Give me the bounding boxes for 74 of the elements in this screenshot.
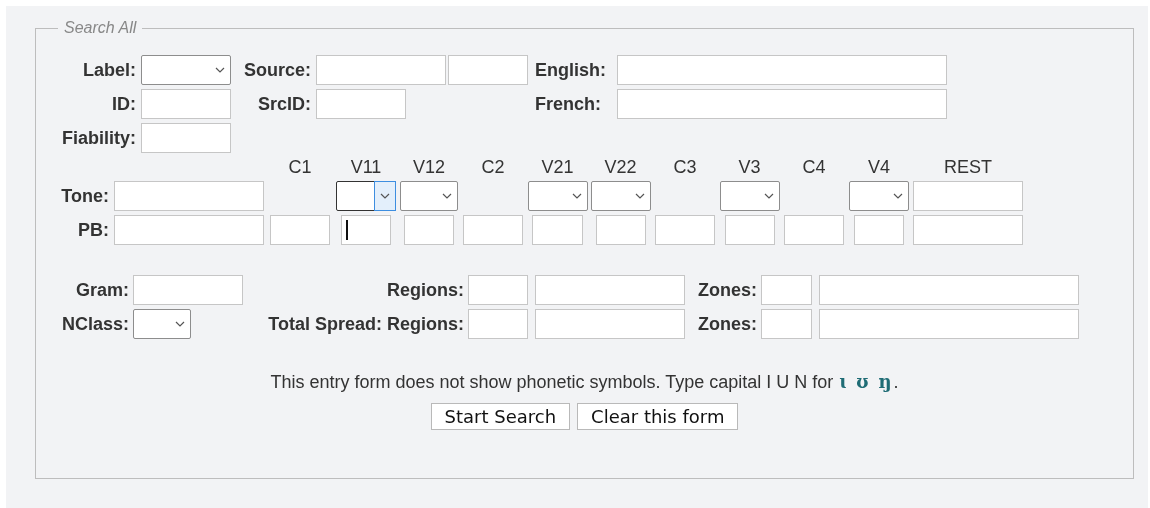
form-button[interactable]: Start Search xyxy=(430,403,571,430)
text-field[interactable] xyxy=(784,215,844,245)
text-field[interactable] xyxy=(270,215,330,245)
text-field[interactable] xyxy=(468,275,528,305)
text-field[interactable] xyxy=(655,215,715,245)
field-label: Source: xyxy=(242,59,312,81)
text-field[interactable] xyxy=(818,275,1079,305)
fieldset-legend: Search All xyxy=(58,19,143,37)
field-label: Regions: xyxy=(386,279,465,301)
note-text: This entry form does not show phonetic symbols. Type capital I U N for xyxy=(270,372,834,393)
field-label: PB: xyxy=(78,219,110,241)
field-label: NClass: xyxy=(60,313,130,335)
field-label: French: xyxy=(534,93,602,115)
chevron-icon xyxy=(571,193,582,199)
chevron-icon xyxy=(380,193,390,199)
column-heading: REST xyxy=(944,156,992,178)
text-field[interactable] xyxy=(463,215,523,245)
field-label: ID: xyxy=(111,93,137,115)
text-field[interactable] xyxy=(818,309,1079,339)
text-field[interactable] xyxy=(854,215,904,245)
text-field[interactable] xyxy=(141,89,231,119)
text-field[interactable] xyxy=(468,309,528,339)
text-field[interactable] xyxy=(617,89,947,119)
text-field[interactable] xyxy=(113,215,264,245)
chevron-icon xyxy=(893,193,903,199)
text-field[interactable] xyxy=(724,215,775,245)
text-field[interactable] xyxy=(133,275,243,305)
column-heading: C3 xyxy=(673,156,697,178)
field-label: Tone: xyxy=(61,185,110,207)
chevron-icon xyxy=(634,193,645,199)
phonetic-symbol: ɩ xyxy=(839,371,847,392)
text-field[interactable] xyxy=(341,215,391,245)
field-label: Label: xyxy=(82,59,137,81)
field-label: Zones: xyxy=(697,279,758,301)
column-heading: C1 xyxy=(288,156,312,178)
chevron-icon xyxy=(763,193,774,199)
field-label: Zones: xyxy=(697,313,758,335)
field-label: English: xyxy=(534,59,607,81)
field-label: SrcID: xyxy=(257,93,312,115)
note-text: . xyxy=(893,372,899,393)
text-field[interactable] xyxy=(595,215,646,245)
text-field[interactable] xyxy=(532,215,583,245)
text-field[interactable] xyxy=(113,181,264,211)
column-heading: V22 xyxy=(604,156,637,178)
form-button[interactable]: Clear this form xyxy=(577,403,739,430)
column-heading: V3 xyxy=(738,156,761,178)
text-field[interactable] xyxy=(617,55,947,85)
column-heading: C2 xyxy=(481,156,505,178)
text-field[interactable] xyxy=(448,55,528,85)
text-field[interactable] xyxy=(761,275,812,305)
column-heading: C4 xyxy=(802,156,826,178)
phonetic-symbol: ŋ xyxy=(878,371,892,392)
field-label: Total Spread: Regions: xyxy=(267,313,465,335)
text-field[interactable] xyxy=(141,123,231,153)
field-label: Fiability: xyxy=(61,127,137,149)
text-field[interactable] xyxy=(761,309,812,339)
text-cursor xyxy=(346,220,348,240)
text-field[interactable] xyxy=(316,89,406,119)
column-heading: V21 xyxy=(541,156,574,178)
chevron-icon xyxy=(215,67,225,73)
chevron-icon xyxy=(175,321,185,327)
text-field[interactable] xyxy=(316,55,446,85)
text-field[interactable] xyxy=(913,181,1023,211)
column-heading: V4 xyxy=(868,156,890,178)
field-label: Gram: xyxy=(75,279,130,301)
dropdown[interactable] xyxy=(336,181,396,211)
text-field[interactable] xyxy=(535,275,685,305)
column-heading: V11 xyxy=(350,156,382,178)
text-field[interactable] xyxy=(535,309,685,339)
text-field[interactable] xyxy=(404,215,454,245)
column-heading: V12 xyxy=(413,156,445,178)
text-field[interactable] xyxy=(913,215,1023,245)
chevron-icon xyxy=(442,193,452,199)
phonetic-symbol: ʊ xyxy=(856,371,869,392)
